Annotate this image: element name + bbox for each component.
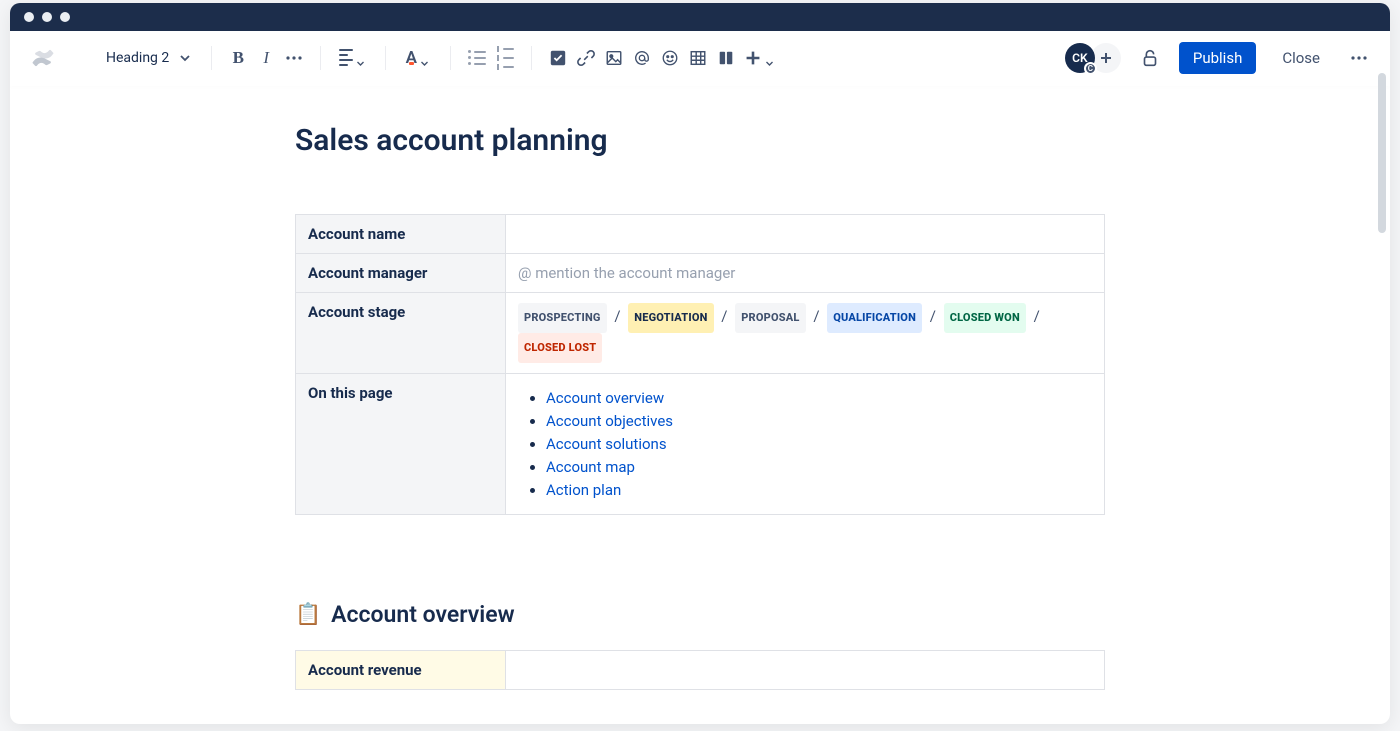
status-lozenge[interactable]: PROSPECTING [518, 303, 607, 333]
toolbar-divider [531, 46, 532, 70]
table-of-contents: Account overview Account objectives Accoun… [518, 389, 1092, 499]
close-button[interactable]: Close [1274, 42, 1328, 74]
status-lozenge[interactable]: CLOSED WON [944, 303, 1026, 333]
avatar-initials: CK [1072, 51, 1087, 65]
status-lozenge[interactable]: QUALIFICATION [827, 303, 922, 333]
toc-item: Account objectives [546, 412, 1092, 430]
more-formatting-button[interactable] [280, 44, 308, 72]
traffic-light-maximize[interactable] [60, 12, 70, 22]
heading-level-select[interactable]: Heading 2 [98, 44, 199, 72]
bullet-list-button[interactable] [463, 44, 491, 72]
status-lozenge[interactable]: PROPOSAL [735, 303, 805, 333]
insert-more-button[interactable] [740, 44, 780, 72]
numbered-list-button[interactable] [491, 44, 519, 72]
restrictions-button[interactable] [1139, 47, 1161, 69]
section-heading-text: Account overview [331, 601, 514, 628]
table-row: Account manager @ mention the account ma… [296, 254, 1105, 293]
editor-toolbar: Heading 2 B I [10, 31, 1390, 85]
toc-item: Account overview [546, 389, 1092, 407]
row-value-cell[interactable]: Account overview Account objectives Accoun… [506, 374, 1105, 515]
toc-link[interactable]: Account solutions [546, 435, 667, 453]
row-value-cell[interactable]: PROSPECTING / NEGOTIATION / PROPOSAL / Q… [506, 293, 1105, 374]
clipboard-emoji-icon: 📋 [295, 603, 321, 627]
table-row: On this page Account overview Account obj… [296, 374, 1105, 515]
row-value-cell[interactable] [506, 651, 1105, 690]
overview-table: Account revenue [295, 650, 1105, 690]
toc-link[interactable]: Action plan [546, 481, 621, 499]
info-table: Account name Account manager @ mention t… [295, 214, 1105, 515]
row-value-cell[interactable]: @ mention the account manager [506, 254, 1105, 293]
chevron-down-icon [356, 53, 365, 62]
row-label[interactable]: Account revenue [296, 651, 506, 690]
bold-button[interactable]: B [224, 44, 252, 72]
collaborator-avatars: CK C [1065, 43, 1121, 73]
emoji-button[interactable] [656, 44, 684, 72]
toolbar-divider [320, 46, 321, 70]
row-label[interactable]: On this page [296, 374, 506, 515]
status-lozenge[interactable]: NEGOTIATION [628, 303, 713, 333]
toc-item: Account solutions [546, 435, 1092, 453]
toc-link[interactable]: Account map [546, 458, 635, 476]
table-row: Account revenue [296, 651, 1105, 690]
lozenge-separator: / [714, 307, 736, 325]
more-actions-button[interactable] [1346, 45, 1372, 71]
align-left-icon [339, 49, 353, 66]
mention-placeholder: @ mention the account manager [518, 264, 735, 282]
scrollbar-thumb[interactable] [1378, 73, 1386, 233]
row-label[interactable]: Account manager [296, 254, 506, 293]
publish-button[interactable]: Publish [1179, 42, 1256, 74]
link-button[interactable] [572, 44, 600, 72]
close-label: Close [1282, 49, 1320, 67]
lozenge-separator: / [806, 307, 828, 325]
avatar[interactable]: CK C [1065, 43, 1095, 73]
mention-button[interactable] [628, 44, 656, 72]
toc-link[interactable]: Account overview [546, 389, 664, 407]
table-row: Account name [296, 215, 1105, 254]
editor-content-area[interactable]: Sales account planning Account name Acco… [10, 85, 1390, 724]
action-item-button[interactable] [544, 44, 572, 72]
lozenge-separator: / [1026, 307, 1044, 325]
status-lozenge[interactable]: CLOSED LOST [518, 333, 602, 363]
avatar-sub-badge: C [1084, 62, 1097, 75]
toc-item: Account map [546, 458, 1092, 476]
bullet-list-icon [468, 50, 486, 65]
row-label[interactable]: Account stage [296, 293, 506, 374]
confluence-logo-icon [30, 45, 56, 71]
row-value-cell[interactable] [506, 215, 1105, 254]
traffic-light-close[interactable] [24, 12, 34, 22]
toolbar-divider [211, 46, 212, 70]
chevron-down-icon [420, 53, 429, 62]
row-label[interactable]: Account name [296, 215, 506, 254]
lozenge-separator: / [607, 307, 629, 325]
image-button[interactable] [600, 44, 628, 72]
publish-label: Publish [1193, 49, 1242, 67]
stage-lozenges: PROSPECTING / NEGOTIATION / PROPOSAL / Q… [518, 303, 1092, 363]
layouts-button[interactable] [712, 44, 740, 72]
heading-level-label: Heading 2 [106, 50, 169, 66]
chevron-down-icon [179, 52, 191, 64]
toc-link[interactable]: Account objectives [546, 412, 673, 430]
text-color-icon: A [406, 53, 417, 63]
page-title[interactable]: Sales account planning [295, 123, 1105, 158]
italic-button[interactable]: I [252, 44, 280, 72]
toolbar-divider [450, 46, 451, 70]
text-align-button[interactable] [333, 44, 373, 72]
traffic-light-minimize[interactable] [42, 12, 52, 22]
toolbar-divider [385, 46, 386, 70]
table-row: Account stage PROSPECTING / NEGOTIATION … [296, 293, 1105, 374]
numbered-list-icon [497, 46, 514, 70]
window-titlebar [10, 3, 1390, 31]
chevron-down-icon [765, 53, 774, 62]
lozenge-separator: / [922, 307, 944, 325]
section-heading-account-overview[interactable]: 📋 Account overview [295, 601, 1105, 628]
table-button[interactable] [684, 44, 712, 72]
toc-item: Action plan [546, 481, 1092, 499]
text-color-button[interactable]: A [398, 44, 438, 72]
